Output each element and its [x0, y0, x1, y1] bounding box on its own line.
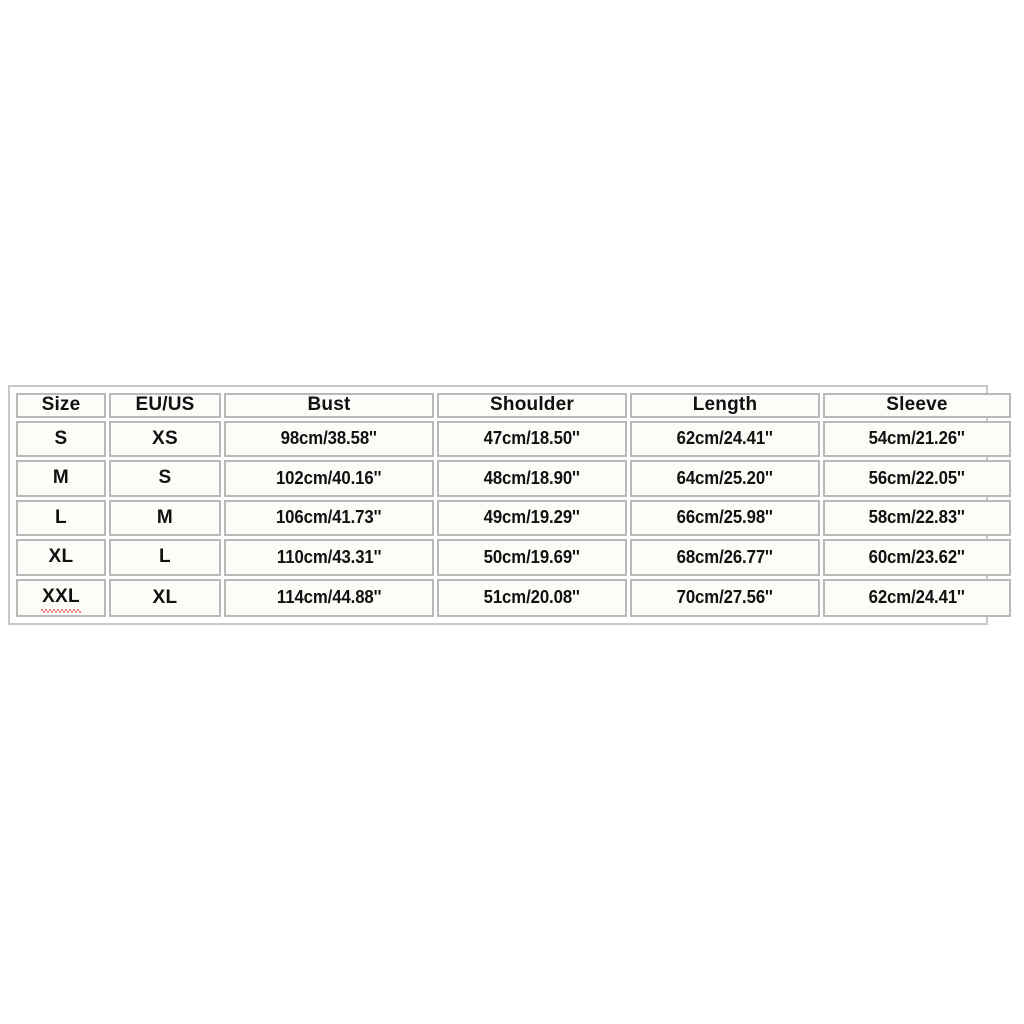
cell-length: 70cm/27.56'': [630, 578, 820, 617]
cell-sleeve: 62cm/24.41'': [823, 578, 1011, 617]
cell-eu-us: M: [109, 499, 221, 537]
table-row: S XS 98cm/38.58'' 47cm/18.50'' 62cm/24.4…: [16, 420, 1011, 458]
cell-shoulder: 50cm/19.69'': [437, 539, 627, 576]
column-header-bust: Bust: [224, 393, 434, 418]
size-chart-table: Size EU/US Bust Shoulder Length Sleeve S…: [13, 390, 1014, 620]
cell-bust: 114cm/44.88'': [224, 578, 434, 617]
cell-length: 62cm/24.41'': [630, 420, 820, 458]
cell-shoulder: 48cm/18.90'': [437, 460, 627, 497]
cell-eu-us: L: [109, 539, 221, 576]
table-header: Size EU/US Bust Shoulder Length Sleeve: [16, 393, 1011, 418]
cell-eu-us: XL: [109, 578, 221, 617]
table-row: M S 102cm/40.16'' 48cm/18.90'' 64cm/25.2…: [16, 460, 1011, 497]
cell-shoulder: 51cm/20.08'': [437, 578, 627, 617]
table-row: L M 106cm/41.73'' 49cm/19.29'' 66cm/25.9…: [16, 499, 1011, 537]
cell-sleeve: 58cm/22.83'': [823, 499, 1011, 537]
cell-size: XXL: [16, 578, 106, 617]
cell-size: M: [16, 460, 106, 497]
table-row: XXL XL 114cm/44.88'' 51cm/20.08'' 70cm/2…: [16, 578, 1011, 617]
cell-size: S: [16, 420, 106, 458]
cell-sleeve: 60cm/23.62'': [823, 539, 1011, 576]
cell-sleeve: 56cm/22.05'': [823, 460, 1011, 497]
cell-bust: 102cm/40.16'': [224, 460, 434, 497]
cell-bust: 98cm/38.58'': [224, 420, 434, 458]
cell-bust: 110cm/43.31'': [224, 539, 434, 576]
column-header-sleeve: Sleeve: [823, 393, 1011, 418]
cell-shoulder: 47cm/18.50'': [437, 420, 627, 458]
cell-length: 64cm/25.20'': [630, 460, 820, 497]
cell-length: 68cm/26.77'': [630, 539, 820, 576]
cell-sleeve: 54cm/21.26'': [823, 420, 1011, 458]
cell-length: 66cm/25.98'': [630, 499, 820, 537]
size-chart-table-container: Size EU/US Bust Shoulder Length Sleeve S…: [8, 385, 1011, 625]
cell-eu-us: S: [109, 460, 221, 497]
column-header-length: Length: [630, 393, 820, 418]
column-header-size: Size: [16, 393, 106, 418]
table-header-row: Size EU/US Bust Shoulder Length Sleeve: [16, 393, 1011, 418]
table-row: XL L 110cm/43.31'' 50cm/19.69'' 68cm/26.…: [16, 539, 1011, 576]
column-header-eu-us: EU/US: [109, 393, 221, 418]
table-body: S XS 98cm/38.58'' 47cm/18.50'' 62cm/24.4…: [16, 420, 1011, 617]
cell-size: L: [16, 499, 106, 537]
cell-shoulder: 49cm/19.29'': [437, 499, 627, 537]
spellcheck-underline: XXL: [41, 586, 81, 613]
cell-eu-us: XS: [109, 420, 221, 458]
cell-size: XL: [16, 539, 106, 576]
column-header-shoulder: Shoulder: [437, 393, 627, 418]
cell-bust: 106cm/41.73'': [224, 499, 434, 537]
